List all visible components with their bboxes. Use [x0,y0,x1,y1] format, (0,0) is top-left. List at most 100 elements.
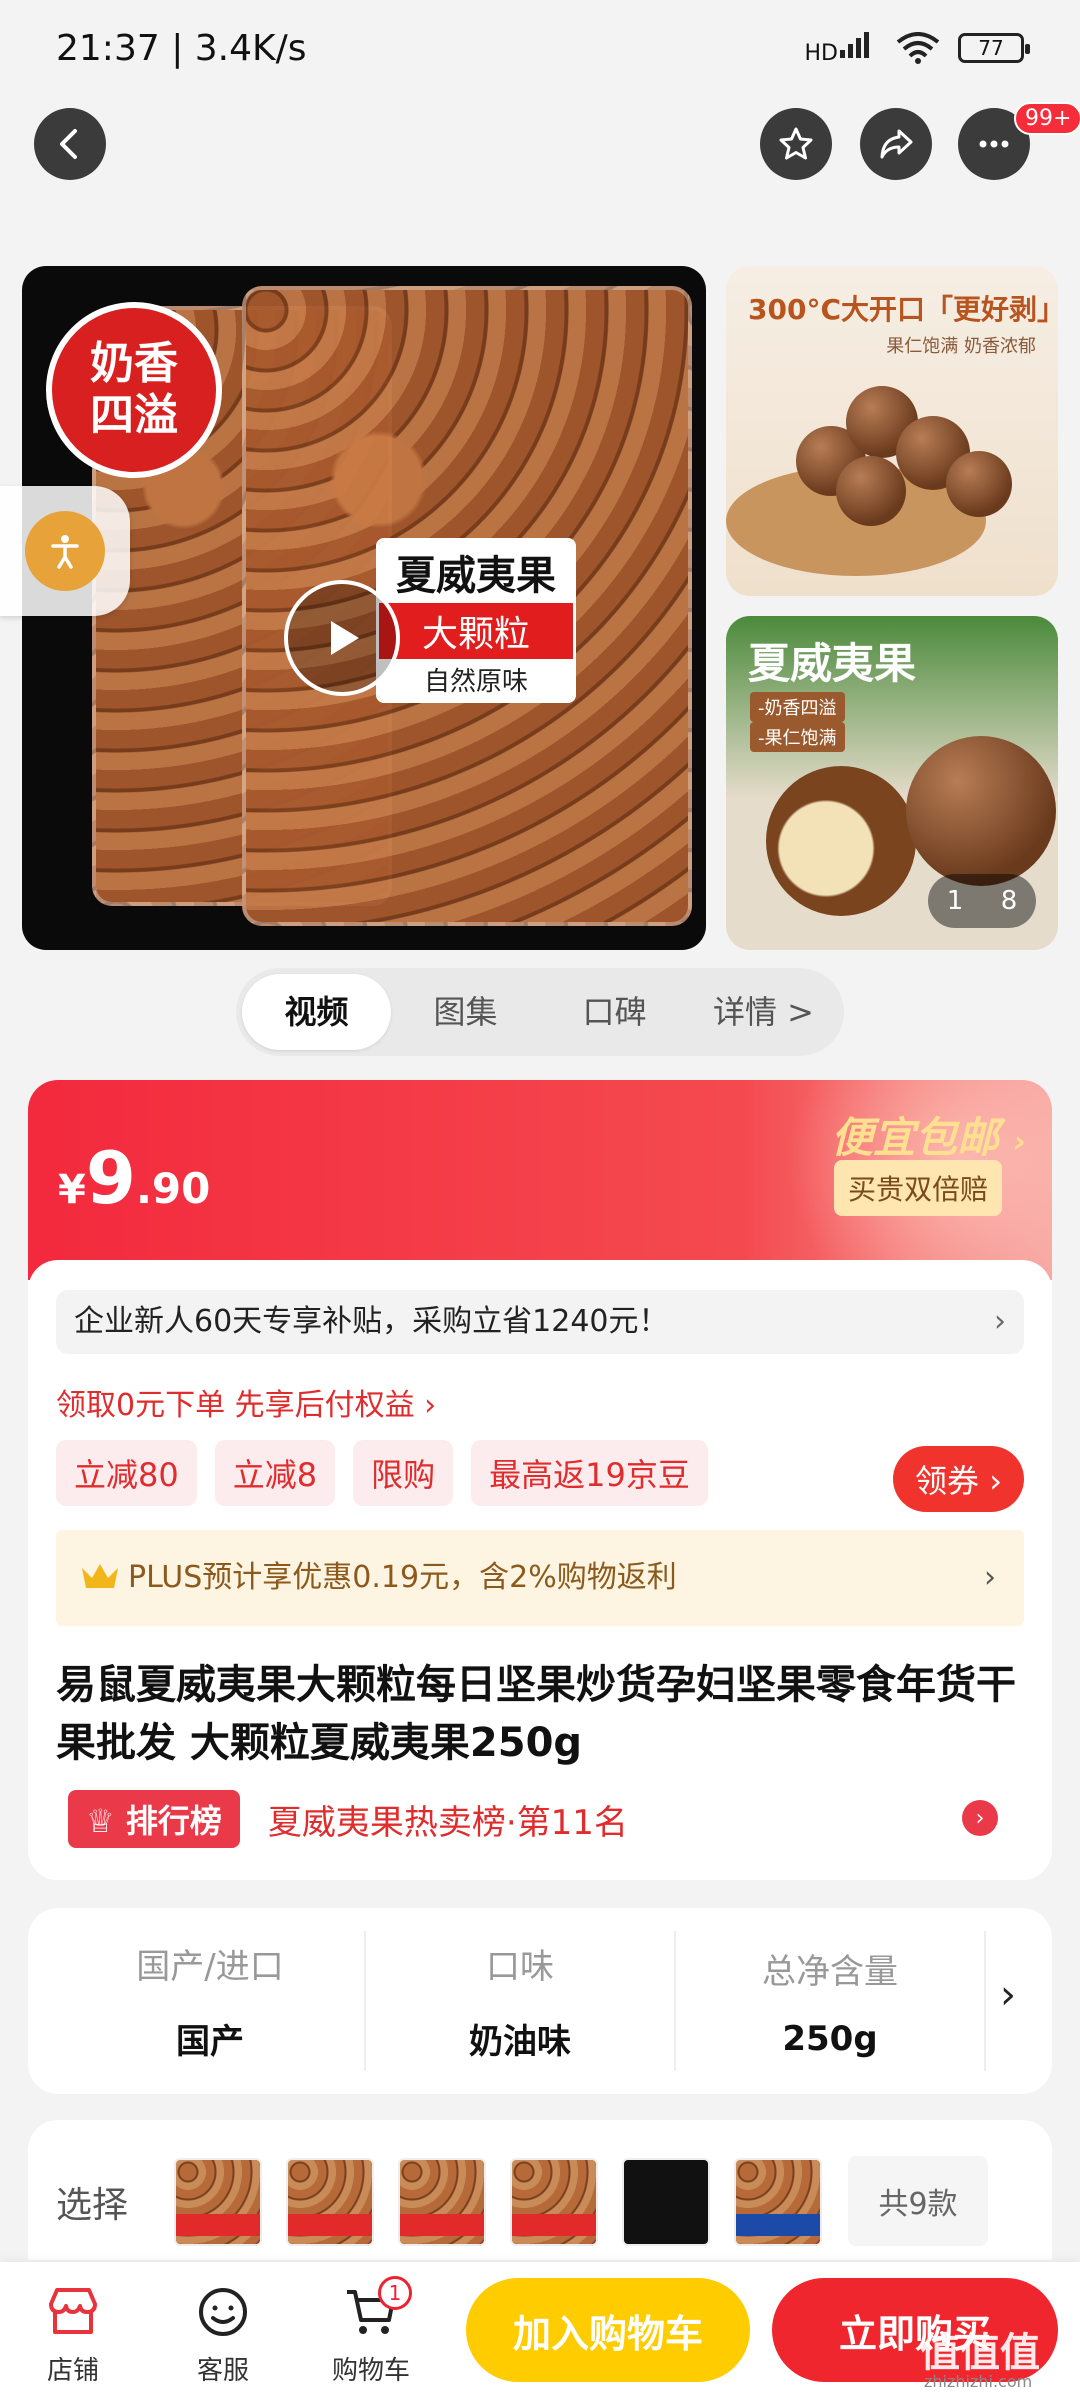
accessibility-float-button[interactable] [0,486,130,616]
subsidy-bar[interactable]: 企业新人60天专享补贴，采购立省1240元！ › [56,1290,1024,1354]
spec-key: 口味 [486,1947,554,1987]
wifi-icon [896,32,940,64]
shop-button[interactable]: 店铺 [18,2282,128,2387]
tab-video[interactable]: 视频 [242,974,391,1050]
ranking-row[interactable]: ♕ 排行榜 夏威夷果热卖榜·第11名 [68,1790,628,1848]
crown-icon [82,1564,118,1588]
tab-reviews[interactable]: 口碑 [540,974,689,1050]
customer-service-button[interactable]: 客服 [168,2282,278,2387]
accessibility-icon [25,511,105,591]
more-dots-icon [979,140,1009,148]
label-line-3: 自然原味 [379,659,573,700]
counter-current: 1 [946,886,964,916]
promo-title-text: 便宜包邮 [830,1113,999,1162]
star-icon [779,127,813,160]
share-icon [880,129,913,159]
side-image-2-tag: -果仁饱满 [750,722,845,752]
shop-icon [49,2288,97,2334]
spec-key: 总净含量 [762,1951,898,1992]
discount-tag[interactable]: 立减8 [214,1440,336,1506]
discount-tag[interactable]: 最高返19京豆 [471,1440,708,1506]
chevron-right-icon[interactable]: › [1000,1972,1016,2018]
main-video-image[interactable]: 奶香 四溢 夏威夷果 大颗粒 自然原味 [22,266,706,950]
status-icons: HD 77 [805,30,1030,66]
side-image-2-title: 夏威夷果 [748,639,917,688]
spec-net-weight: 总净含量 250g [676,1931,986,2071]
chevron-right-circle-icon: › [989,1462,1002,1500]
message-badge: 99+ [1014,102,1080,135]
variant-thumbnail[interactable] [510,2158,598,2246]
price-banner: ¥9.90 便宜包邮 › 买贵双倍赔 [28,1080,1052,1280]
side-image-1[interactable]: 300°C大开口「更好剥」 果仁饱满 奶香浓郁 [726,266,1058,596]
select-label: 选择 [56,2185,129,2226]
add-to-cart-button[interactable]: 加入购物车 [466,2278,750,2382]
cart-label: 购物车 [331,2356,410,2386]
play-button[interactable] [284,580,400,696]
chevron-right-circle-icon[interactable]: › [962,1800,998,1836]
promo-title[interactable]: 便宜包邮 › [831,1104,1026,1165]
price-integer: 9 [85,1136,136,1220]
spec-key: 国产/进口 [136,1947,284,1987]
flavor-seal: 奶香 四溢 [46,302,222,478]
back-button[interactable] [34,108,106,180]
battery-level: 77 [978,36,1004,60]
battery-icon: 77 [958,33,1030,63]
favorite-button[interactable] [760,108,832,180]
pay-later-link[interactable]: 领取0元下单 先享后付权益 › [56,1380,436,1424]
chevron-right-icon: › [994,1304,1006,1339]
ranking-badge: ♕ 排行榜 [68,1790,240,1848]
variant-thumbnail[interactable] [174,2158,262,2246]
ranking-text: 夏威夷果热卖榜·第11名 [267,1802,628,1843]
discount-tag[interactable]: 立减80 [56,1440,197,1506]
watermark-url: zhizhizhi.com [924,2372,1033,2391]
price: ¥9.90 [58,1136,210,1220]
get-coupon-button[interactable]: 领券 › [893,1446,1024,1512]
signal-hd-label: HD [804,41,838,66]
smile-chat-icon [199,2288,247,2336]
spec-origin: 国产/进口 国产 [56,1931,366,2071]
specs-card[interactable]: 国产/进口 国产 口味 奶油味 总净含量 250g › [28,1908,1052,2094]
counter-total: 8 [1000,886,1018,916]
media-tabs: 视频 图集 口碑 详情 > [236,968,844,1056]
play-icon [331,621,359,655]
tab-gallery[interactable]: 图集 [391,974,540,1050]
seal-line-2: 四溢 [90,390,178,441]
discount-tag[interactable]: 限购 [353,1440,454,1506]
signal-icon: HD [805,30,878,66]
product-label: 夏威夷果 大颗粒 自然原味 [376,538,576,703]
price-decimal: .90 [135,1164,211,1213]
shop-label: 店铺 [46,2356,99,2386]
side-image-2[interactable]: 夏威夷果 -奶香四溢 -果仁饱满 1 8 [726,616,1058,950]
chevron-right-circle-icon: › [1013,1125,1026,1160]
chevron-left-icon [60,129,77,159]
variant-thumbnail[interactable] [398,2158,486,2246]
cart-button[interactable]: 1 购物车 [316,2276,426,2387]
label-line-1: 夏威夷果 [379,541,573,603]
bottom-action-bar: 店铺 客服 1 购物车 加入购物车 立即购买 [0,2262,1080,2400]
service-label: 客服 [196,2356,249,2386]
variant-thumbnail[interactable] [622,2158,710,2246]
variant-thumbnail[interactable] [734,2158,822,2246]
price-card: ¥9.90 便宜包邮 › 买贵双倍赔 企业新人60天专享补贴，采购立省1240元… [28,1080,1052,1880]
trophy-icon: ♕ [86,1802,126,1840]
variant-selector: 选择 共9款 [28,2120,1052,2260]
price-guarantee-button[interactable]: 买贵双倍赔 [833,1160,1002,1216]
plus-banner[interactable]: PLUS预计享优惠0.19元，含2%购物返利 › [56,1530,1024,1626]
watermark-logo: 值值值 [920,2330,1040,2376]
spec-value: 国产 [176,2022,244,2062]
subsidy-text: 企业新人60天专享补贴，采购立省1240元！ [74,1304,669,1339]
spec-value: 奶油味 [469,2022,571,2062]
variant-thumbnail[interactable] [286,2158,374,2246]
tab-details[interactable]: 详情 > [689,974,838,1050]
nut-image [906,736,1056,886]
spec-flavor: 口味 奶油味 [366,1931,676,2071]
seal-line-1: 奶香 [90,338,178,389]
share-button[interactable] [860,108,932,180]
ranking-badge-label: 排行榜 [125,1802,222,1840]
variant-thumbnails [174,2158,822,2246]
label-line-2: 大颗粒 [379,603,573,659]
side-image-2-tag: -奶香四溢 [750,692,845,722]
all-variants-button[interactable]: 共9款 [848,2156,988,2246]
status-bar: 21:37 | 3.4K/s HD 77 [0,0,1080,96]
nut-image [766,766,916,916]
